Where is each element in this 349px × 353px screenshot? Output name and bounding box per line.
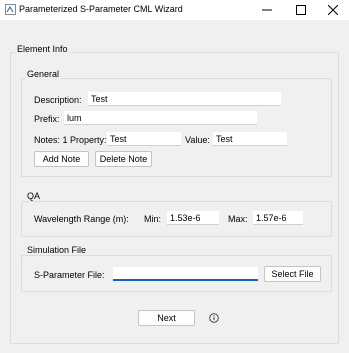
simulation-file-title: Simulation File	[25, 245, 89, 255]
property-input[interactable]: Test	[107, 132, 181, 146]
max-label: Max:	[228, 214, 248, 224]
sparameter-file-input[interactable]	[113, 267, 258, 281]
sparameter-file-label: S-Parameter File:	[34, 270, 105, 280]
description-input[interactable]: Test	[88, 92, 281, 106]
close-icon	[328, 5, 338, 15]
prefix-label: Prefix:	[34, 114, 60, 124]
maximize-icon	[296, 5, 306, 15]
value-label: Value:	[185, 135, 210, 145]
app-icon	[5, 4, 16, 15]
add-note-button[interactable]: Add Note	[34, 151, 89, 167]
window-title: Parameterized S-Parameter CML Wizard	[19, 4, 183, 14]
minimize-button[interactable]	[251, 0, 283, 20]
maximize-button[interactable]	[285, 0, 317, 20]
min-label: Min:	[144, 214, 162, 224]
value-input[interactable]: Test	[213, 132, 287, 146]
delete-note-button[interactable]: Delete Note	[95, 151, 152, 167]
qa-title: QA	[25, 191, 43, 201]
info-icon[interactable]	[209, 313, 219, 323]
prefix-input[interactable]: lum	[64, 111, 257, 125]
element-info-title: Element Info	[15, 44, 70, 54]
general-title: General	[25, 69, 62, 79]
next-button[interactable]: Next	[138, 310, 195, 326]
wizard-window: Parameterized S-Parameter CML Wizard Ele…	[0, 0, 349, 353]
description-label: Description:	[34, 95, 82, 105]
close-button[interactable]	[317, 0, 349, 20]
max-wavelength-input[interactable]: 1.57e-6	[253, 211, 303, 225]
minimize-icon	[262, 9, 272, 11]
min-wavelength-input[interactable]: 1.53e-6	[167, 211, 219, 225]
wavelength-range-label: Wavelength Range (m):	[34, 214, 129, 224]
select-file-button[interactable]: Select File	[264, 266, 321, 282]
notes-property-label: Notes: 1 Property:	[34, 135, 107, 145]
title-bar: Parameterized S-Parameter CML Wizard	[0, 0, 349, 20]
